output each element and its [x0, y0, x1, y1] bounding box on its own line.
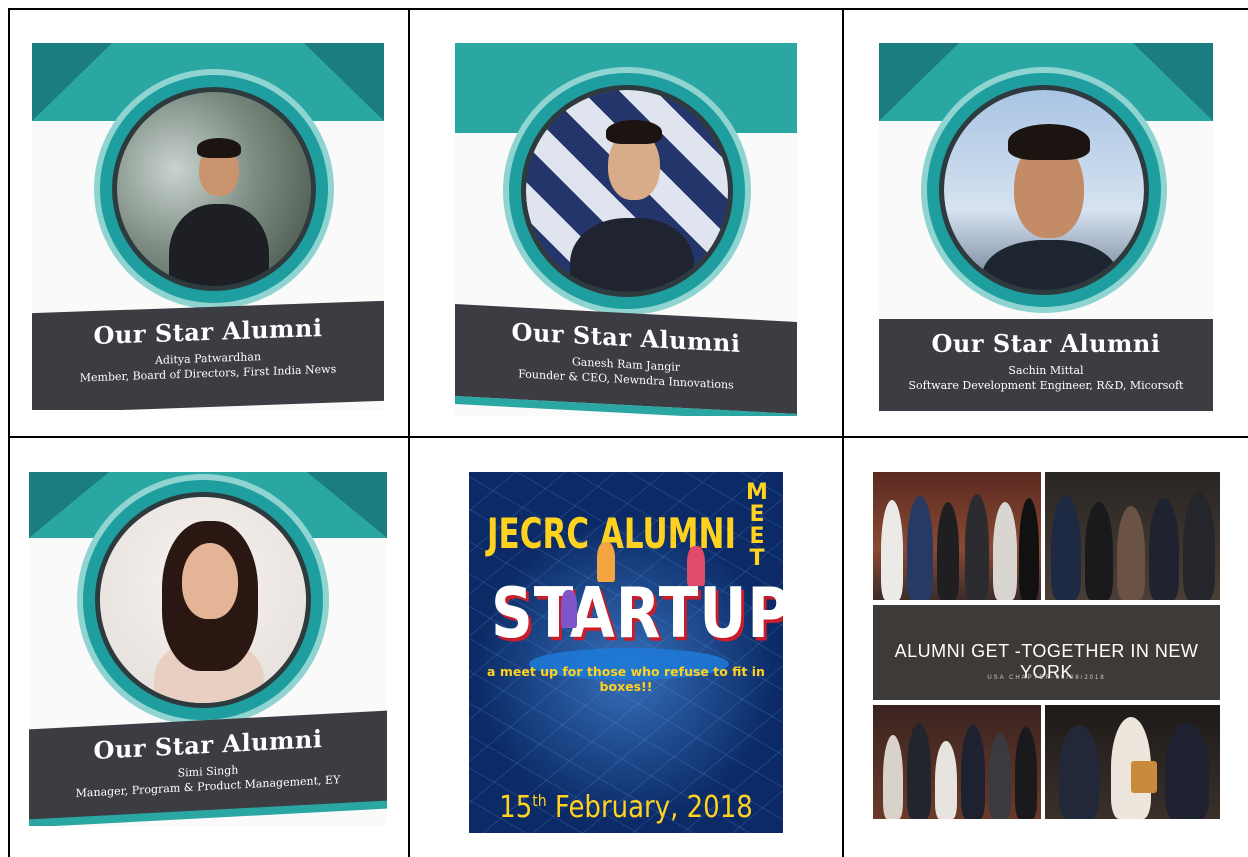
group-photo: [873, 705, 1041, 819]
date-day: 15: [499, 790, 533, 826]
grid-divider-v1: [408, 8, 410, 857]
poster-tagline: a meet up for those who refuse to fit in…: [487, 664, 765, 694]
grid-divider-h: [8, 436, 1248, 438]
meet-letter: M: [746, 480, 768, 505]
grid-border-top: [8, 8, 1248, 10]
alumni-photo: [521, 85, 733, 297]
card-title: Our Star Alumni: [93, 313, 323, 350]
group-photo: [873, 472, 1041, 600]
alumni-photo: [112, 87, 316, 291]
group-photo: [1045, 705, 1220, 819]
alumni-photo: [939, 85, 1149, 295]
poster-startup-word: STARTUP: [491, 572, 783, 654]
grid-border-left: [8, 8, 10, 857]
meet-letter: E: [749, 524, 765, 549]
card-caption: Our Star Alumni Sachin Mittal Software D…: [879, 319, 1213, 411]
alumni-card-2: Our Star Alumni Ganesh Ram Jangir Founde…: [455, 43, 797, 416]
alumni-photo: [95, 492, 311, 708]
meet-letter: E: [749, 502, 765, 527]
collage-subtitle: USA CHAPTER-09/08/2018: [987, 675, 1106, 681]
poster-date: 15th February, 2018: [469, 791, 783, 826]
alumni-card-3: Our Star Alumni Sachin Mittal Software D…: [879, 43, 1213, 413]
card-caption: Our Star Alumni Ganesh Ram Jangir Founde…: [455, 304, 797, 414]
date-rest: February, 2018: [546, 790, 753, 826]
figure-illustration: [597, 542, 615, 582]
alumni-role: Software Development Engineer, R&D, Mico…: [908, 379, 1184, 392]
new-york-collage: ALUMNI GET -TOGETHER IN NEW YORK USA CHA…: [873, 472, 1220, 819]
alumni-card-4: Our Star Alumni Simi Singh Manager, Prog…: [29, 472, 387, 826]
card-title: Our Star Alumni: [931, 329, 1161, 358]
startup-meet-poster: JECRC ALUMNI M E E T STARTUP a meet up f…: [469, 472, 783, 833]
card-caption: Our Star Alumni Aditya Patwardhan Member…: [32, 300, 384, 410]
alumni-name: Sachin Mittal: [1008, 364, 1084, 377]
figure-illustration: [687, 546, 705, 586]
grid-divider-v2: [842, 8, 844, 857]
collage-banner: ALUMNI GET -TOGETHER IN NEW YORK USA CHA…: [873, 605, 1220, 700]
alumni-card-1: Our Star Alumni Aditya Patwardhan Member…: [32, 43, 384, 410]
group-photo: [1045, 472, 1220, 600]
poster-meet-vertical: M E E T: [745, 482, 769, 570]
figure-illustration: [561, 590, 577, 628]
meet-letter: T: [749, 546, 765, 571]
date-suffix: th: [532, 792, 547, 811]
